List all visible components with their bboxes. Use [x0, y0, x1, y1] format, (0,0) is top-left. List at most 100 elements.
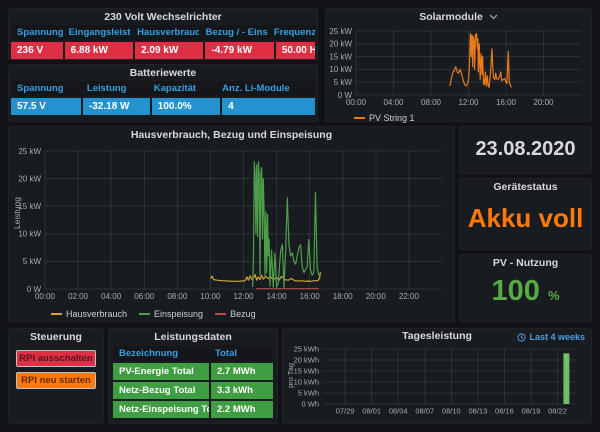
clock-icon: [517, 333, 526, 342]
time-range-indicator: Last 4 weeks: [517, 332, 585, 342]
value-cell-kapazitaet: 100.0%: [152, 98, 220, 115]
panel-title: PV - Nutzung: [460, 255, 591, 271]
svg-text:16:00: 16:00: [496, 98, 517, 107]
svg-text:08/19: 08/19: [522, 407, 541, 416]
svg-text:06:00: 06:00: [134, 292, 155, 301]
y-axis-label: Leistung: [12, 197, 22, 229]
panel-title: Hausverbrauch, Bezug und Einspeisung: [9, 127, 454, 143]
svg-text:15 kWh: 15 kWh: [294, 367, 319, 376]
panel-date: 23.08.2020: [459, 126, 592, 174]
svg-text:0 W: 0 W: [27, 285, 42, 294]
panel-title: Batteriewerte: [9, 65, 317, 81]
panel-device-status: Gerätestatus Akku voll: [459, 178, 592, 250]
svg-text:20:00: 20:00: [366, 292, 387, 301]
svg-text:14:00: 14:00: [267, 292, 288, 301]
svg-text:25 kW: 25 kW: [329, 27, 352, 36]
panel-title: Steuerung: [9, 329, 103, 345]
value-cell-spannung: 57.5 V: [11, 98, 81, 115]
row-total-cell: 2.2 MWh: [211, 401, 273, 418]
svg-text:20 kWh: 20 kWh: [294, 356, 319, 365]
pv-usage-value: 100 %: [460, 275, 591, 308]
header-cell: Bezeichnung: [113, 346, 209, 361]
svg-text:5 kW: 5 kW: [334, 78, 353, 87]
panel-consumption: Hausverbrauch, Bezug und Einspeisung Lei…: [8, 126, 455, 322]
energy-header-row: Bezeichnung Total: [113, 346, 273, 361]
legend-swatch: [139, 313, 150, 315]
solar-legend: PV String 1: [354, 112, 591, 124]
svg-text:20 kW: 20 kW: [329, 40, 352, 49]
panel-title: 230 Volt Wechselrichter: [9, 9, 317, 25]
svg-text:08/22: 08/22: [548, 407, 567, 416]
y-axis-label: pro Tag: [286, 363, 295, 388]
inverter-header-row: Spannung Eingangsleistung Hausverbrauch …: [11, 25, 315, 40]
panel-title-dropdown[interactable]: Solarmodule: [326, 9, 591, 25]
value-cell-leistung: -32.18 W: [83, 98, 150, 115]
svg-text:15 kW: 15 kW: [329, 52, 352, 61]
header-cell: Spannung: [11, 81, 81, 96]
value-cell-frequenz: 50.00 Hz: [276, 42, 315, 59]
header-cell: Eingangsleistung: [63, 25, 131, 40]
panel-daily: Tagesleistung Last 4 weeks pro Tag 07/29…: [282, 328, 592, 424]
svg-text:12:00: 12:00: [458, 98, 479, 107]
value-cell-eingangsleistung: 6.88 kW: [65, 42, 133, 59]
rpi-restart-button[interactable]: RPI neu starten: [16, 372, 96, 389]
svg-text:5 kW: 5 kW: [23, 257, 42, 266]
svg-text:08:00: 08:00: [421, 98, 442, 107]
panel-title: Gerätestatus: [460, 179, 591, 195]
device-status-value: Akku voll: [460, 203, 591, 234]
header-cell: Spannung: [11, 25, 63, 40]
legend-item[interactable]: Bezug: [215, 309, 256, 319]
panel-solar: Solarmodule 00:0004:0008:0012:0016:0020:…: [325, 8, 592, 122]
panel-pv-usage: PV - Nutzung 100 %: [459, 254, 592, 322]
consumption-legend: Hausverbrauch Einspeisung Bezug: [51, 308, 454, 320]
legend-item[interactable]: PV String 1: [354, 113, 415, 123]
legend-swatch: [354, 117, 365, 119]
panel-inverter: 230 Volt Wechselrichter Spannung Eingang…: [8, 8, 318, 60]
svg-text:10 kW: 10 kW: [18, 230, 41, 239]
table-row: PV-Energie Total 2.7 MWh: [113, 363, 273, 380]
svg-text:10 kW: 10 kW: [329, 65, 352, 74]
table-row: Netz-Einspeisung Total 2.2 MWh: [113, 401, 273, 418]
legend-item[interactable]: Hausverbrauch: [51, 309, 127, 319]
svg-text:20 kW: 20 kW: [18, 174, 41, 183]
consumption-chart[interactable]: 00:0002:0004:0006:0008:0010:0012:0014:00…: [9, 143, 454, 303]
row-name-cell: Netz-Einspeisung Total: [113, 401, 209, 418]
svg-text:08/10: 08/10: [442, 407, 461, 416]
header-cell: Total: [209, 346, 273, 361]
legend-swatch: [215, 313, 226, 315]
header-cell: Bezug / - Einspeisung: [199, 25, 267, 40]
rpi-off-button[interactable]: RPI ausschalten: [16, 350, 96, 367]
value-cell-hausverbrauch: 2.09 kW: [135, 42, 203, 59]
header-cell: Leistung: [81, 81, 148, 96]
panel-control: Steuerung RPI ausschalten RPI neu starte…: [8, 328, 104, 424]
battery-value-row: 57.5 V -32.18 W 100.0% 4: [11, 98, 315, 115]
daily-chart[interactable]: 07/2908/0108/0408/0708/1008/1308/1608/19…: [283, 343, 591, 417]
svg-text:04:00: 04:00: [101, 292, 122, 301]
header-cell: Hausverbrauch: [131, 25, 199, 40]
svg-text:08/07: 08/07: [415, 407, 434, 416]
pv-usage-unit: %: [548, 288, 560, 303]
value-cell-spannung: 236 V: [11, 42, 63, 59]
svg-text:0 W: 0 W: [338, 91, 353, 100]
svg-text:08/01: 08/01: [362, 407, 381, 416]
svg-text:0 Wh: 0 Wh: [301, 400, 319, 409]
svg-text:16:00: 16:00: [300, 292, 321, 301]
svg-text:22:00: 22:00: [399, 292, 420, 301]
row-name-cell: Netz-Bezug Total: [113, 382, 209, 399]
svg-text:02:00: 02:00: [68, 292, 89, 301]
svg-text:08/13: 08/13: [468, 407, 487, 416]
header-cell: Kapazität: [148, 81, 216, 96]
svg-text:20:00: 20:00: [533, 98, 554, 107]
battery-header-row: Spannung Leistung Kapazität Anz. Li-Modu…: [11, 81, 315, 96]
panel-title: Leistungsdaten: [109, 329, 277, 345]
legend-item[interactable]: Einspeisung: [139, 309, 203, 319]
solar-chart[interactable]: 00:0004:0008:0012:0016:0020:000 W5 kW10 …: [326, 25, 591, 107]
row-total-cell: 2.7 MWh: [211, 363, 273, 380]
svg-text:08:00: 08:00: [167, 292, 188, 301]
svg-text:10 kWh: 10 kWh: [294, 378, 319, 387]
svg-text:25 kWh: 25 kWh: [294, 345, 319, 354]
svg-text:12:00: 12:00: [233, 292, 254, 301]
value-cell-module: 4: [222, 98, 315, 115]
date-value: 23.08.2020: [460, 127, 591, 171]
svg-text:18:00: 18:00: [333, 292, 354, 301]
